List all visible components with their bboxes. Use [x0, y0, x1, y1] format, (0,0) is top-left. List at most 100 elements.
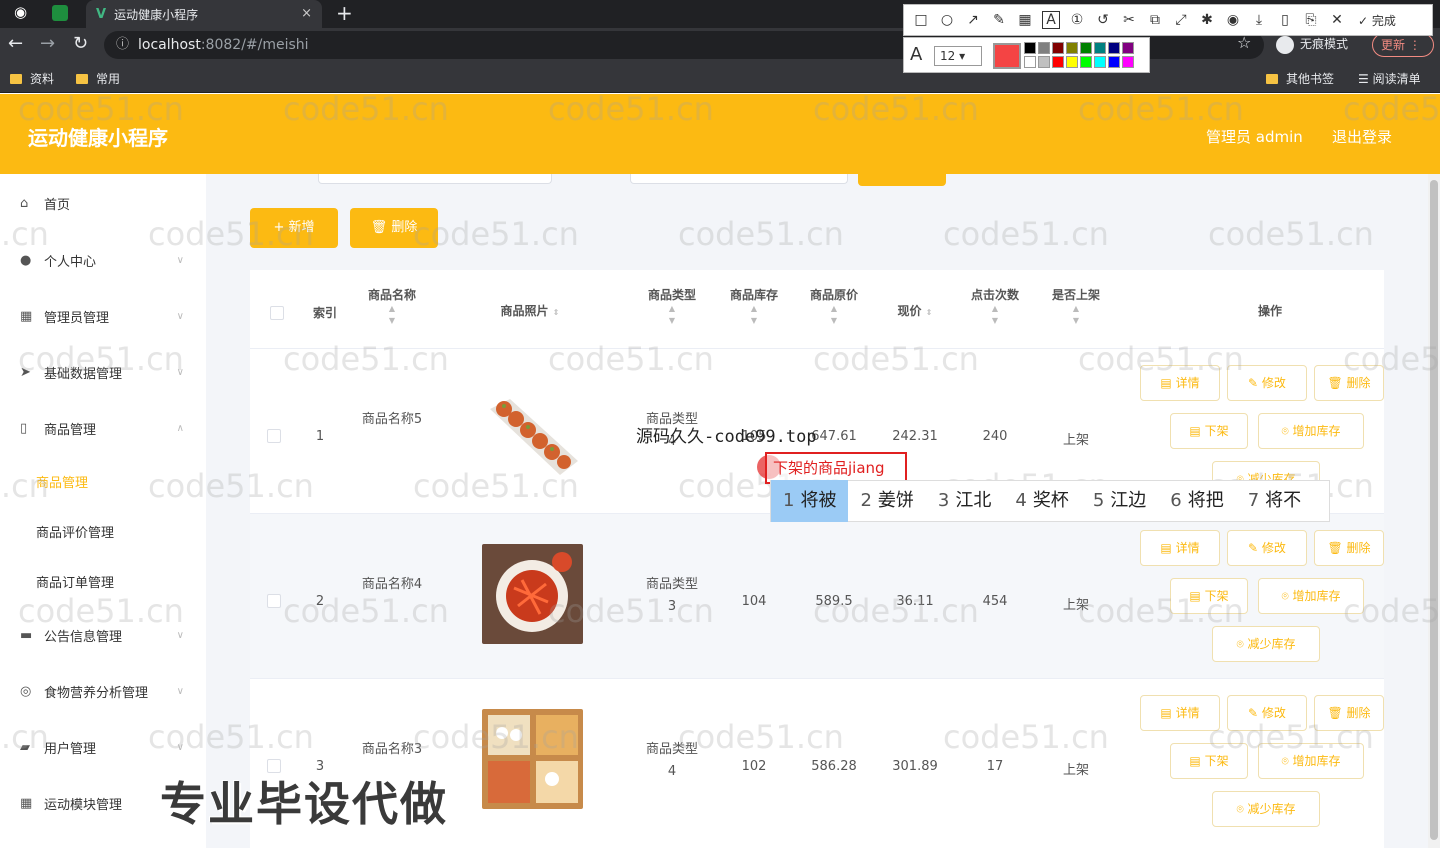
add-stock-button[interactable]: ⌾ 增加库存 [1258, 578, 1364, 614]
sort-icon[interactable]: ⇕ [926, 308, 933, 317]
th-now[interactable]: 现价 ⇕ [880, 302, 950, 319]
ime-candidate[interactable]: 6 将把 [1158, 480, 1235, 522]
sort-icon[interactable]: ▲ ▼ [722, 303, 786, 327]
expand-icon[interactable]: ⤢ [1172, 12, 1190, 28]
th-clicks[interactable]: 点击次数 ▲ ▼ [963, 286, 1027, 327]
color-swatch[interactable] [1066, 42, 1078, 54]
admin-label[interactable]: 管理员 admin [1206, 126, 1303, 147]
sort-icon[interactable]: ⇕ [553, 308, 560, 317]
close-icon[interactable]: ✕ [1328, 12, 1346, 28]
row-delete-button[interactable]: 🗑 删除 [1314, 530, 1384, 566]
ime-candidate[interactable]: 7 将不 [1236, 480, 1313, 522]
detail-button[interactable]: ▤ 详情 [1140, 530, 1220, 566]
bookmark-folder-2[interactable]: 常用 [76, 70, 120, 87]
row-checkbox[interactable] [267, 594, 281, 608]
color-swatch[interactable] [1052, 42, 1064, 54]
color-swatch[interactable] [1024, 42, 1036, 54]
add-stock-button[interactable]: ⌾ 增加库存 [1258, 413, 1364, 449]
bookmark-icon[interactable]: ⎘ [1302, 12, 1320, 28]
add-stock-button[interactable]: ⌾ 增加库存 [1258, 743, 1364, 779]
color-swatch[interactable] [1038, 56, 1050, 68]
sidebar-item-goods[interactable]: ▯ 商品管理 ∧ [20, 419, 190, 438]
color-swatch[interactable] [1122, 56, 1134, 68]
sort-icon[interactable]: ▲ ▼ [803, 303, 865, 327]
sort-icon[interactable]: ▲ ▼ [1044, 303, 1108, 327]
sidebar-item-home[interactable]: ⌂ 首页 [20, 194, 190, 213]
goods-photo[interactable] [482, 379, 583, 479]
ime-candidate[interactable]: 1 将被 [771, 480, 849, 522]
done-button[interactable]: ✓ 完成 [1358, 12, 1396, 29]
copy-icon[interactable]: ⧉ [1146, 12, 1164, 28]
sidebar-item-notice[interactable]: ▬ 公告信息管理 ∨ [20, 626, 190, 645]
edit-button[interactable]: ✎ 修改 [1227, 365, 1307, 401]
color-swatch[interactable] [1066, 56, 1078, 68]
search-input-name[interactable] [318, 174, 552, 184]
incognito-indicator[interactable]: 无痕模式 [1276, 35, 1348, 54]
th-price[interactable]: 商品原价 ▲ ▼ [803, 286, 865, 327]
sidebar-item-basedata[interactable]: ➤ 基础数据管理 ∨ [20, 363, 190, 382]
color-swatch[interactable] [1024, 56, 1036, 68]
offshelf-button[interactable]: ▤ 下架 [1170, 578, 1248, 614]
current-color-swatch[interactable] [993, 43, 1021, 69]
sidebar-sub-orders[interactable]: 商品订单管理 [36, 572, 114, 591]
reading-list[interactable]: ☰ 阅读清单 [1358, 70, 1421, 87]
color-swatch[interactable] [1080, 56, 1092, 68]
edit-button[interactable]: ✎ 修改 [1227, 695, 1307, 731]
offshelf-button[interactable]: ▤ 下架 [1170, 743, 1248, 779]
offshelf-button[interactable]: ▤ 下架 [1170, 413, 1248, 449]
cut-icon[interactable]: ✂ [1120, 12, 1138, 28]
th-type[interactable]: 商品类型 ▲ ▼ [642, 286, 702, 327]
th-photo[interactable]: 商品照片 ⇕ [480, 302, 580, 319]
update-button[interactable]: 更新 ⋮ [1372, 33, 1434, 57]
detail-button[interactable]: ▤ 详情 [1140, 695, 1220, 731]
sort-icon[interactable]: ▲ ▼ [350, 303, 434, 327]
phone-icon[interactable]: ▯ [1276, 12, 1294, 28]
record-icon[interactable]: ◉ [1224, 12, 1242, 28]
goods-photo[interactable] [482, 544, 583, 644]
search-input-type[interactable] [630, 174, 848, 184]
select-all-checkbox[interactable] [270, 306, 284, 320]
undo-icon[interactable]: ↺ [1094, 12, 1112, 28]
scroll-thumb[interactable] [1430, 180, 1438, 840]
sort-icon[interactable]: ▲ ▼ [963, 303, 1027, 327]
other-bookmarks[interactable]: 其他书签 [1266, 70, 1334, 87]
sidebar-item-nutrition[interactable]: ◎ 食物营养分析管理 ∨ [20, 682, 190, 701]
new-tab-button[interactable]: + [336, 0, 353, 26]
color-swatch[interactable] [1094, 42, 1106, 54]
goods-photo[interactable] [482, 709, 583, 809]
color-swatch[interactable] [1108, 42, 1120, 54]
sidebar-sub-goods[interactable]: 商品管理 [36, 472, 88, 491]
font-size-select[interactable]: 12 ▾ [934, 46, 982, 66]
ime-candidate[interactable]: 5 江边 [1081, 480, 1158, 522]
row-delete-button[interactable]: 🗑 删除 [1314, 695, 1384, 731]
back-icon[interactable]: ← [8, 33, 23, 54]
forward-icon[interactable]: → [40, 33, 55, 54]
number-icon[interactable]: ① [1068, 12, 1086, 28]
ellipse-icon[interactable]: ○ [938, 12, 956, 28]
row-delete-button[interactable]: 🗑 删除 [1314, 365, 1384, 401]
info-icon[interactable]: ⓘ [116, 31, 129, 59]
row-checkbox[interactable] [267, 429, 281, 443]
extension-icon[interactable] [52, 5, 68, 21]
pin-icon[interactable]: ✱ [1198, 12, 1216, 28]
logout-link[interactable]: 退出登录 [1332, 126, 1392, 147]
edit-button[interactable]: ✎ 修改 [1227, 530, 1307, 566]
color-swatch[interactable] [1108, 56, 1120, 68]
detail-button[interactable]: ▤ 详情 [1140, 365, 1220, 401]
browser-tab[interactable]: V 运动健康小程序 × [86, 0, 322, 28]
pen-icon[interactable]: ✎ [990, 12, 1008, 28]
sidebar-item-users[interactable]: ▰ 用户管理 ∨ [20, 738, 190, 757]
color-swatch[interactable] [1080, 42, 1092, 54]
color-swatch[interactable] [1038, 42, 1050, 54]
text-icon[interactable]: A [1042, 11, 1060, 29]
rect-icon[interactable]: □ [912, 12, 930, 28]
download-icon[interactable]: ⤓ [1250, 12, 1268, 28]
reduce-stock-button[interactable]: ⌾ 减少库存 [1212, 791, 1320, 827]
th-stock[interactable]: 商品库存 ▲ ▼ [722, 286, 786, 327]
th-status[interactable]: 是否上架 ▲ ▼ [1044, 286, 1108, 327]
color-swatch[interactable] [1122, 42, 1134, 54]
ime-candidate[interactable]: 2 姜饼 [848, 480, 925, 522]
mosaic-icon[interactable]: ▦ [1016, 12, 1034, 28]
sidebar-sub-reviews[interactable]: 商品评价管理 [36, 522, 114, 541]
bookmark-folder-1[interactable]: 资料 [10, 70, 54, 87]
